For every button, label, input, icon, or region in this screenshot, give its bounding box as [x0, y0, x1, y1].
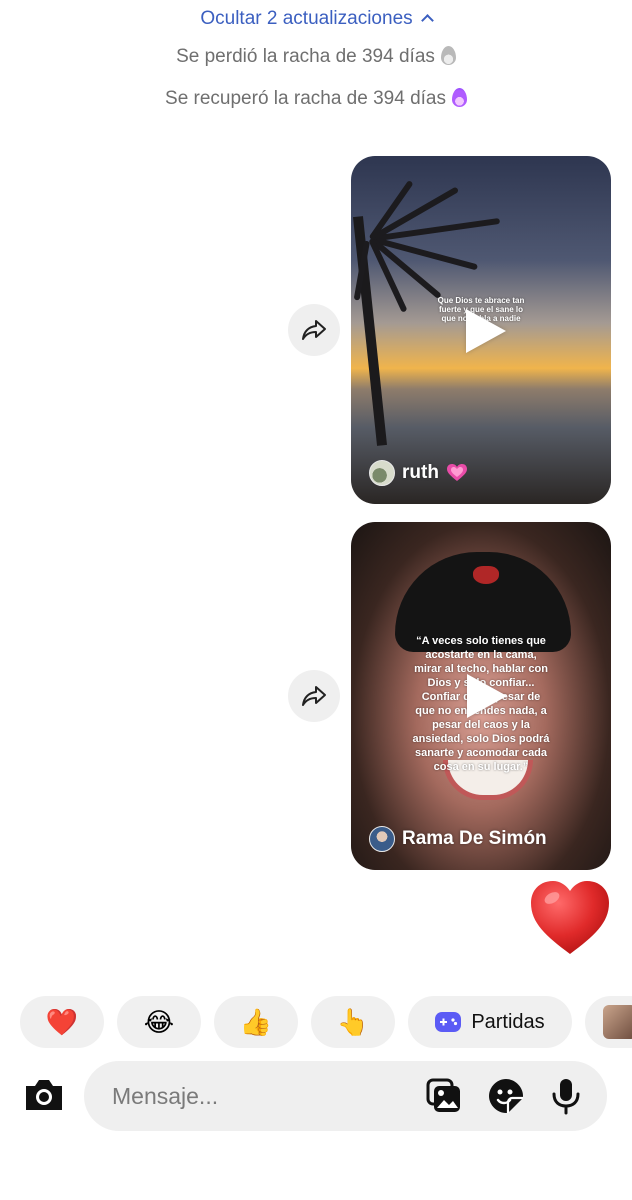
pink-heart-icon — [446, 464, 467, 481]
share-button[interactable] — [288, 304, 340, 356]
share-arrow-icon — [302, 686, 326, 706]
sticker-icon[interactable] — [486, 1076, 526, 1116]
streak-lost-message: Se perdió la racha de 394 días — [0, 46, 632, 68]
red-heart-icon[interactable] — [528, 878, 612, 958]
heart-emoji-icon: ❤️ — [45, 1006, 79, 1037]
games-button[interactable]: Partidas — [408, 996, 572, 1048]
gamepad-icon — [435, 1012, 462, 1032]
reel-author: Rama De Simón — [369, 826, 547, 852]
quick-reply-heart[interactable]: ❤️ — [20, 996, 104, 1048]
bulls-logo-icon — [473, 566, 499, 584]
purple-flame-icon — [451, 88, 467, 107]
shared-reel-card[interactable]: “A veces solo tienes que acostarte en la… — [351, 522, 611, 870]
quick-reply-laugh[interactable]: 😂 — [117, 996, 201, 1048]
message-composer — [84, 1061, 607, 1131]
share-button[interactable] — [288, 670, 340, 722]
thumbs-up-emoji-icon: 👍 — [239, 1006, 273, 1037]
reel-author-name: ruth — [402, 462, 439, 483]
play-icon — [467, 674, 507, 718]
streak-lost-text: Se perdió la racha de 394 días — [176, 46, 435, 67]
avatar — [369, 826, 395, 852]
camera-icon[interactable] — [22, 1076, 66, 1116]
share-arrow-icon — [302, 320, 326, 340]
point-up-emoji-icon: 👆 — [336, 1006, 370, 1037]
gray-flame-icon — [440, 46, 456, 65]
message-input[interactable] — [112, 1061, 412, 1131]
games-label: Partidas — [471, 1010, 545, 1033]
quick-reply-point-up[interactable]: 👆 — [311, 996, 395, 1048]
hide-updates-label: Ocultar 2 actualizaciones — [200, 8, 413, 29]
chevron-up-icon — [420, 14, 434, 27]
reel-author: ruth — [369, 460, 467, 486]
streak-recovered-message: Se recuperó la racha de 394 días — [0, 88, 632, 110]
avatar — [369, 460, 395, 486]
quick-reply-thumbs-up[interactable]: 👍 — [214, 996, 298, 1048]
quick-reply-row: ❤️ 😂 👍 👆 Partidas — [20, 996, 632, 1048]
hide-updates-toggle[interactable]: Ocultar 2 actualizaciones — [0, 8, 632, 30]
photo-thumbnail — [603, 1005, 632, 1039]
microphone-icon[interactable] — [546, 1076, 586, 1116]
sticker-photo-button[interactable] — [585, 996, 632, 1048]
gallery-icon[interactable] — [424, 1076, 464, 1116]
play-icon — [466, 309, 506, 353]
laughing-emoji-icon: 😂 — [143, 1006, 175, 1037]
shared-reel-card[interactable]: Que Dios te abrace tan fuerte y que el s… — [351, 156, 611, 504]
reel-author-name: Rama De Simón — [402, 828, 547, 849]
streak-recovered-text: Se recuperó la racha de 394 días — [165, 88, 446, 109]
